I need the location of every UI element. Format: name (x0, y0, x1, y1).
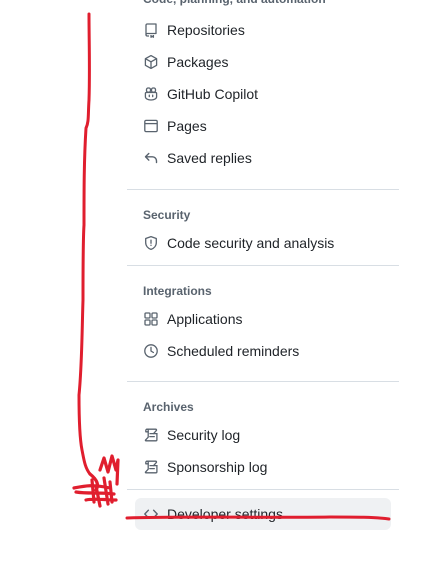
section-heading-integrations: Integrations (143, 284, 212, 298)
annotation-scribble (72, 454, 120, 508)
sidebar-item-saved-replies[interactable]: Saved replies (127, 142, 399, 174)
sidebar-item-pages[interactable]: Pages (127, 110, 399, 142)
sidebar-item-label: Repositories (167, 22, 245, 38)
section-heading-code-planning-automation: Code, planning, and automation (127, 0, 399, 9)
shield-icon (143, 235, 159, 251)
log-icon (143, 459, 159, 475)
sidebar-item-label: Packages (167, 54, 229, 70)
sidebar-item-scheduled-reminders[interactable]: Scheduled reminders (127, 335, 399, 367)
sidebar-item-label: GitHub Copilot (167, 86, 259, 102)
apps-icon (143, 311, 159, 327)
sidebar-item-packages[interactable]: Packages (127, 46, 399, 78)
sidebar-item-label: Developer settings (167, 506, 283, 522)
browser-icon (143, 118, 159, 134)
sidebar-item-code-security-and-analysis[interactable]: Code security and analysis (127, 227, 399, 259)
sidebar-item-sponsorship-log[interactable]: Sponsorship log (127, 451, 399, 483)
log-icon (143, 427, 159, 443)
sidebar-item-developer-settings[interactable]: Developer settings (135, 498, 391, 530)
sidebar-item-security-log[interactable]: Security log (127, 419, 399, 451)
settings-sidebar: Code, planning, and automation Repositor… (127, 0, 399, 530)
sidebar-item-github-copilot[interactable]: GitHub Copilot (127, 78, 399, 110)
annotation-pointer-line (77, 12, 92, 476)
sidebar-item-repositories[interactable]: Repositories (127, 14, 399, 46)
section-heading-security: Security (143, 208, 191, 222)
sidebar-item-label: Sponsorship log (167, 459, 268, 475)
sidebar-item-label: Scheduled reminders (167, 343, 300, 359)
clock-icon (143, 343, 159, 359)
copilot-icon (143, 86, 159, 102)
reply-icon (143, 150, 159, 166)
repo-icon (143, 22, 159, 38)
sidebar-item-label: Security log (167, 427, 241, 443)
sidebar-item-label: Saved replies (167, 150, 252, 166)
settings-page: Code, planning, and automation Repositor… (0, 0, 430, 572)
sidebar-item-label: Code security and analysis (167, 235, 335, 251)
package-icon (143, 54, 159, 70)
code-icon (143, 506, 159, 522)
sidebar-item-label: Applications (167, 311, 243, 327)
sidebar-item-applications[interactable]: Applications (127, 303, 399, 335)
section-heading-archives: Archives (143, 400, 194, 414)
sidebar-item-label: Pages (167, 118, 207, 134)
